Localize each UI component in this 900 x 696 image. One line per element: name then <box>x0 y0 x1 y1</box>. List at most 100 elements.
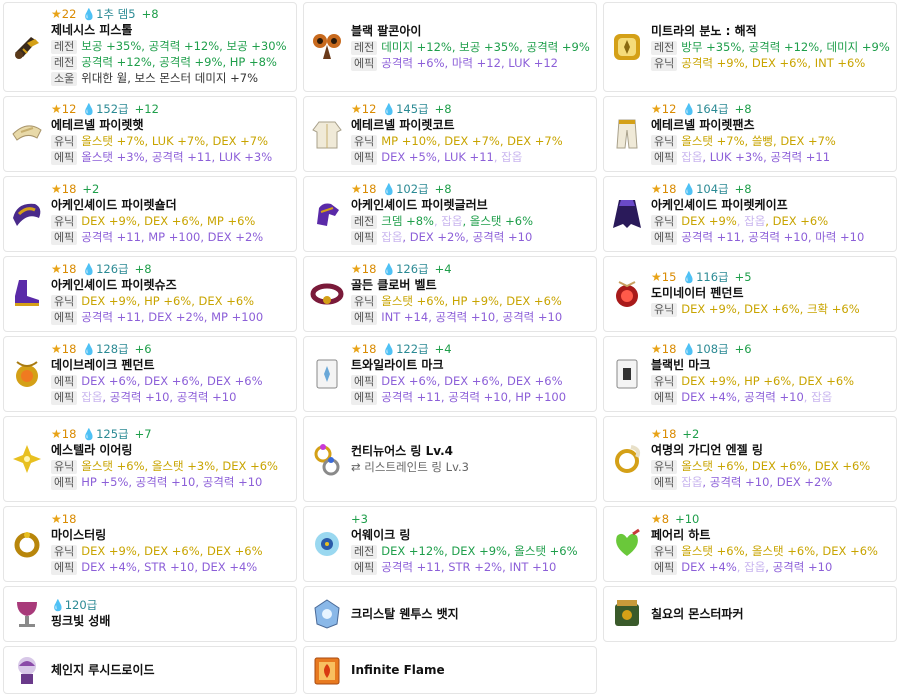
item-card[interactable]: ★18 💧126급 +8 아케인셰이드 파이렛슈즈 유닉 DEX +9%, HP +6%,… <box>3 256 297 332</box>
coat-icon <box>309 116 345 152</box>
potential-line: 유닉 DEX +9%, DEX +6%, MP +6% <box>51 213 292 229</box>
potential-line: 에픽 DEX +4%, 공격력 +10, 잡옵 <box>651 389 892 405</box>
hat-icon <box>9 116 45 152</box>
item-meta: ★15 💧116급 +5 <box>651 270 892 285</box>
star-force-count: 18 <box>661 182 677 196</box>
potential-option: MP +10% <box>381 134 437 148</box>
item-card[interactable]: ★12 💧145급 +8 에테르넬 파이렛코트 유닉 MP +10%, DEX +7%, … <box>303 96 597 172</box>
drop-icon: 💧 <box>82 103 97 116</box>
potential-grade-label: 레전 <box>651 41 678 55</box>
star-force-count: 18 <box>61 512 77 526</box>
potential-option: 공격력 +6% <box>381 56 445 70</box>
potential-option: INT +14 <box>381 310 429 324</box>
item-card[interactable]: ★8 +10 페어리 하트 유닉 올스탯 +6%, 올스탯 +6%, DEX +6% 에픽… <box>603 506 897 582</box>
item-card[interactable]: 칠요의 몬스터파커 <box>603 586 897 642</box>
potential-line: 에픽 DEX +4%, 잡옵, 공격력 +10 <box>651 559 892 575</box>
earring-icon <box>9 441 45 477</box>
drop-icon: 💧 <box>382 263 397 276</box>
item-card[interactable]: ★12 💧164급 +8 에테르넬 파이렛팬츠 유닉 올스탯 +7%, 쓸뻥, DEX +… <box>603 96 897 172</box>
potential-option: , DEX +6% <box>215 459 278 473</box>
potential-line: 레전 방무 +35%, 공격력 +12%, 데미지 +9% <box>651 39 892 55</box>
item-card[interactable]: Infinite Flame <box>303 646 597 694</box>
item-card[interactable]: ★22 💧1추 뎀5 +8 제네시스 피스톨 레전 보공 +35%, 공격력 +12%, … <box>3 2 297 92</box>
potential-option: , STR +10 <box>136 560 195 574</box>
potential-line: 에픽 잡옵, DEX +2%, 공격력 +10 <box>351 229 592 245</box>
item-card[interactable]: 미트라의 분노 : 해적 레전 방무 +35%, 공격력 +12%, 데미지 +9%… <box>603 2 897 92</box>
item-card[interactable]: ★18 +2 아케인셰이드 파이렛숄더 유닉 DEX +9%, DEX +6%, MP … <box>3 176 297 252</box>
potential-option: , DEX +6% <box>191 294 255 308</box>
potential-option: , DEX +7% <box>773 134 836 148</box>
potential-option: , MP +100 <box>140 230 201 244</box>
pendant-gold-icon <box>9 356 45 392</box>
potential-option: , 데미지 +9% <box>819 40 890 54</box>
flame-value: 126급 <box>96 262 129 276</box>
item-card[interactable]: ★18 💧126급 +4 골든 클로버 벨트 유닉 올스탯 +6%, HP +9%, DE… <box>303 256 597 332</box>
flame-badge: 💧126급 <box>82 262 128 277</box>
item-card[interactable]: 블랙 팔콘아이 레전 데미지 +12%, 보공 +35%, 공격력 +9% 에픽 공격력… <box>303 2 597 92</box>
potential-option: , 잡옵 <box>736 560 766 574</box>
item-meta: ★18 💧126급 +8 <box>51 262 292 277</box>
potential-line: 레전 DEX +12%, DEX +9%, 올스탯 +6% <box>351 543 592 559</box>
item-meta: ★18 +2 <box>651 427 892 442</box>
item-card[interactable]: ★18 💧128급 +6 데이브레이크 펜던트 에픽 DEX +6%, DEX +6%, … <box>3 336 297 412</box>
potential-grade-label: 에픽 <box>651 151 678 165</box>
shoes-icon <box>9 276 45 312</box>
potential-grade-label: 에픽 <box>51 561 78 575</box>
item-card[interactable]: ★12 💧152급 +12 에테르넬 파이렛햇 유닉 올스탯 +7%, LUK +7%, … <box>3 96 297 172</box>
item-card[interactable]: ★18 💧122급 +4 트와일라이트 마크 에픽 DEX +6%, DEX +6%, D… <box>303 336 597 412</box>
potential-line: 에픽 DEX +6%, DEX +6%, DEX +6% <box>51 373 292 389</box>
item-card[interactable]: ★18 +2 여명의 가디언 엔젤 링 유닉 올스탯 +6%, DEX +6%, DEX… <box>603 416 897 502</box>
item-card[interactable]: 💧120급 핑크빛 성배 <box>3 586 297 642</box>
item-card[interactable]: ★15 💧116급 +5 도미네이터 펜던트 유닉 DEX +9%, DEX +6%, 크… <box>603 256 897 332</box>
potential-option: DEX +6% <box>81 374 137 388</box>
item-card[interactable]: +3 어웨이크 링 레전 DEX +12%, DEX +9%, 올스탯 +6% 에픽 공격… <box>303 506 597 582</box>
glove-icon <box>309 196 345 232</box>
potential-option: , DEX +7% <box>499 134 563 148</box>
star-icon: ★ <box>51 102 62 116</box>
item-card[interactable]: 체인지 루시드로이드 <box>3 646 297 694</box>
potential-line: 레전 데미지 +12%, 보공 +35%, 공격력 +9% <box>351 39 592 55</box>
flame-value: 1추 뎀5 <box>96 7 136 21</box>
flame-badge: 💧120급 <box>51 598 97 613</box>
item-meta: ★18 💧108급 +6 <box>651 342 892 357</box>
potential-grade-label: 유닉 <box>651 135 678 149</box>
star-force-badge: ★18 <box>51 342 76 357</box>
drop-icon: 💧 <box>682 103 697 116</box>
star-force-badge: ★15 <box>651 270 676 285</box>
potential-option: 공격력 +11 <box>381 390 441 404</box>
potential-line: 유닉 올스탯 +7%, LUK +7%, DEX +7% <box>51 133 292 149</box>
item-card[interactable]: ★18 마이스터링 유닉 DEX +9%, DEX +6%, DEX +6% 에픽 DEX… <box>3 506 297 582</box>
star-force-count: 12 <box>361 102 377 116</box>
item-card[interactable]: ★18 💧108급 +6 블랙빈 마크 유닉 DEX +9%, HP +6%, DEX +… <box>603 336 897 412</box>
potential-grade-label: 에픽 <box>51 375 78 389</box>
potential-option: , DEX +6% <box>807 459 871 473</box>
item-name: 아케인셰이드 파이렛글러브 <box>351 198 488 212</box>
flame-badge: 💧1추 뎀5 <box>82 7 135 22</box>
potential-option: , MP +6% <box>199 214 256 228</box>
item-name: 칠요의 몬스터파커 <box>651 607 744 621</box>
item-name: 아케인셰이드 파이렛슈즈 <box>51 278 177 292</box>
potential-line: 유닉 DEX +9%, HP +6%, DEX +6% <box>51 293 292 309</box>
item-card[interactable]: ★18 💧104급 +8 아케인셰이드 파이렛케이프 유닉 DEX +9%, 잡옵, DE… <box>603 176 897 252</box>
potential-option: 보공 +35% <box>81 39 142 53</box>
item-meta: +3 <box>351 512 592 527</box>
potential-option: , DEX +2% <box>200 230 264 244</box>
flame-badge: 💧128급 <box>82 342 128 357</box>
flame-badge: 💧145급 <box>382 102 428 117</box>
potential-option: , DEX +2% <box>769 475 833 489</box>
item-card[interactable]: ★18 💧125급 +7 에스텔라 이어링 유닉 올스탯 +6%, 올스탯 +3%, DE… <box>3 416 297 502</box>
flame-badge: 💧126급 <box>382 262 428 277</box>
potential-line: 유닉 공격력 +9%, DEX +6%, INT +6% <box>651 55 892 71</box>
item-card[interactable]: 크리스탈 웬투스 뱃지 <box>303 586 597 642</box>
potential-grade-label: 유닉 <box>651 460 678 474</box>
item-card[interactable]: 컨티뉴어스 링 Lv.4 ⇄ 리스트레인트 링 Lv.3 <box>303 416 597 502</box>
star-force-badge: ★18 <box>351 342 376 357</box>
potential-option: , DEX +2% <box>140 310 204 324</box>
star-icon: ★ <box>651 102 662 116</box>
potential-grade-label: 소울 <box>51 72 78 86</box>
upgrade-count: +6 <box>734 342 752 356</box>
item-card[interactable]: ★18 💧102급 +8 아케인셰이드 파이렛글러브 레전 크뎀 +8%, 잡옵, 올스탯… <box>303 176 597 252</box>
potential-grade-label: 유닉 <box>51 295 78 309</box>
potential-option: , DEX +2% <box>402 230 466 244</box>
shoulder-icon <box>9 196 45 232</box>
